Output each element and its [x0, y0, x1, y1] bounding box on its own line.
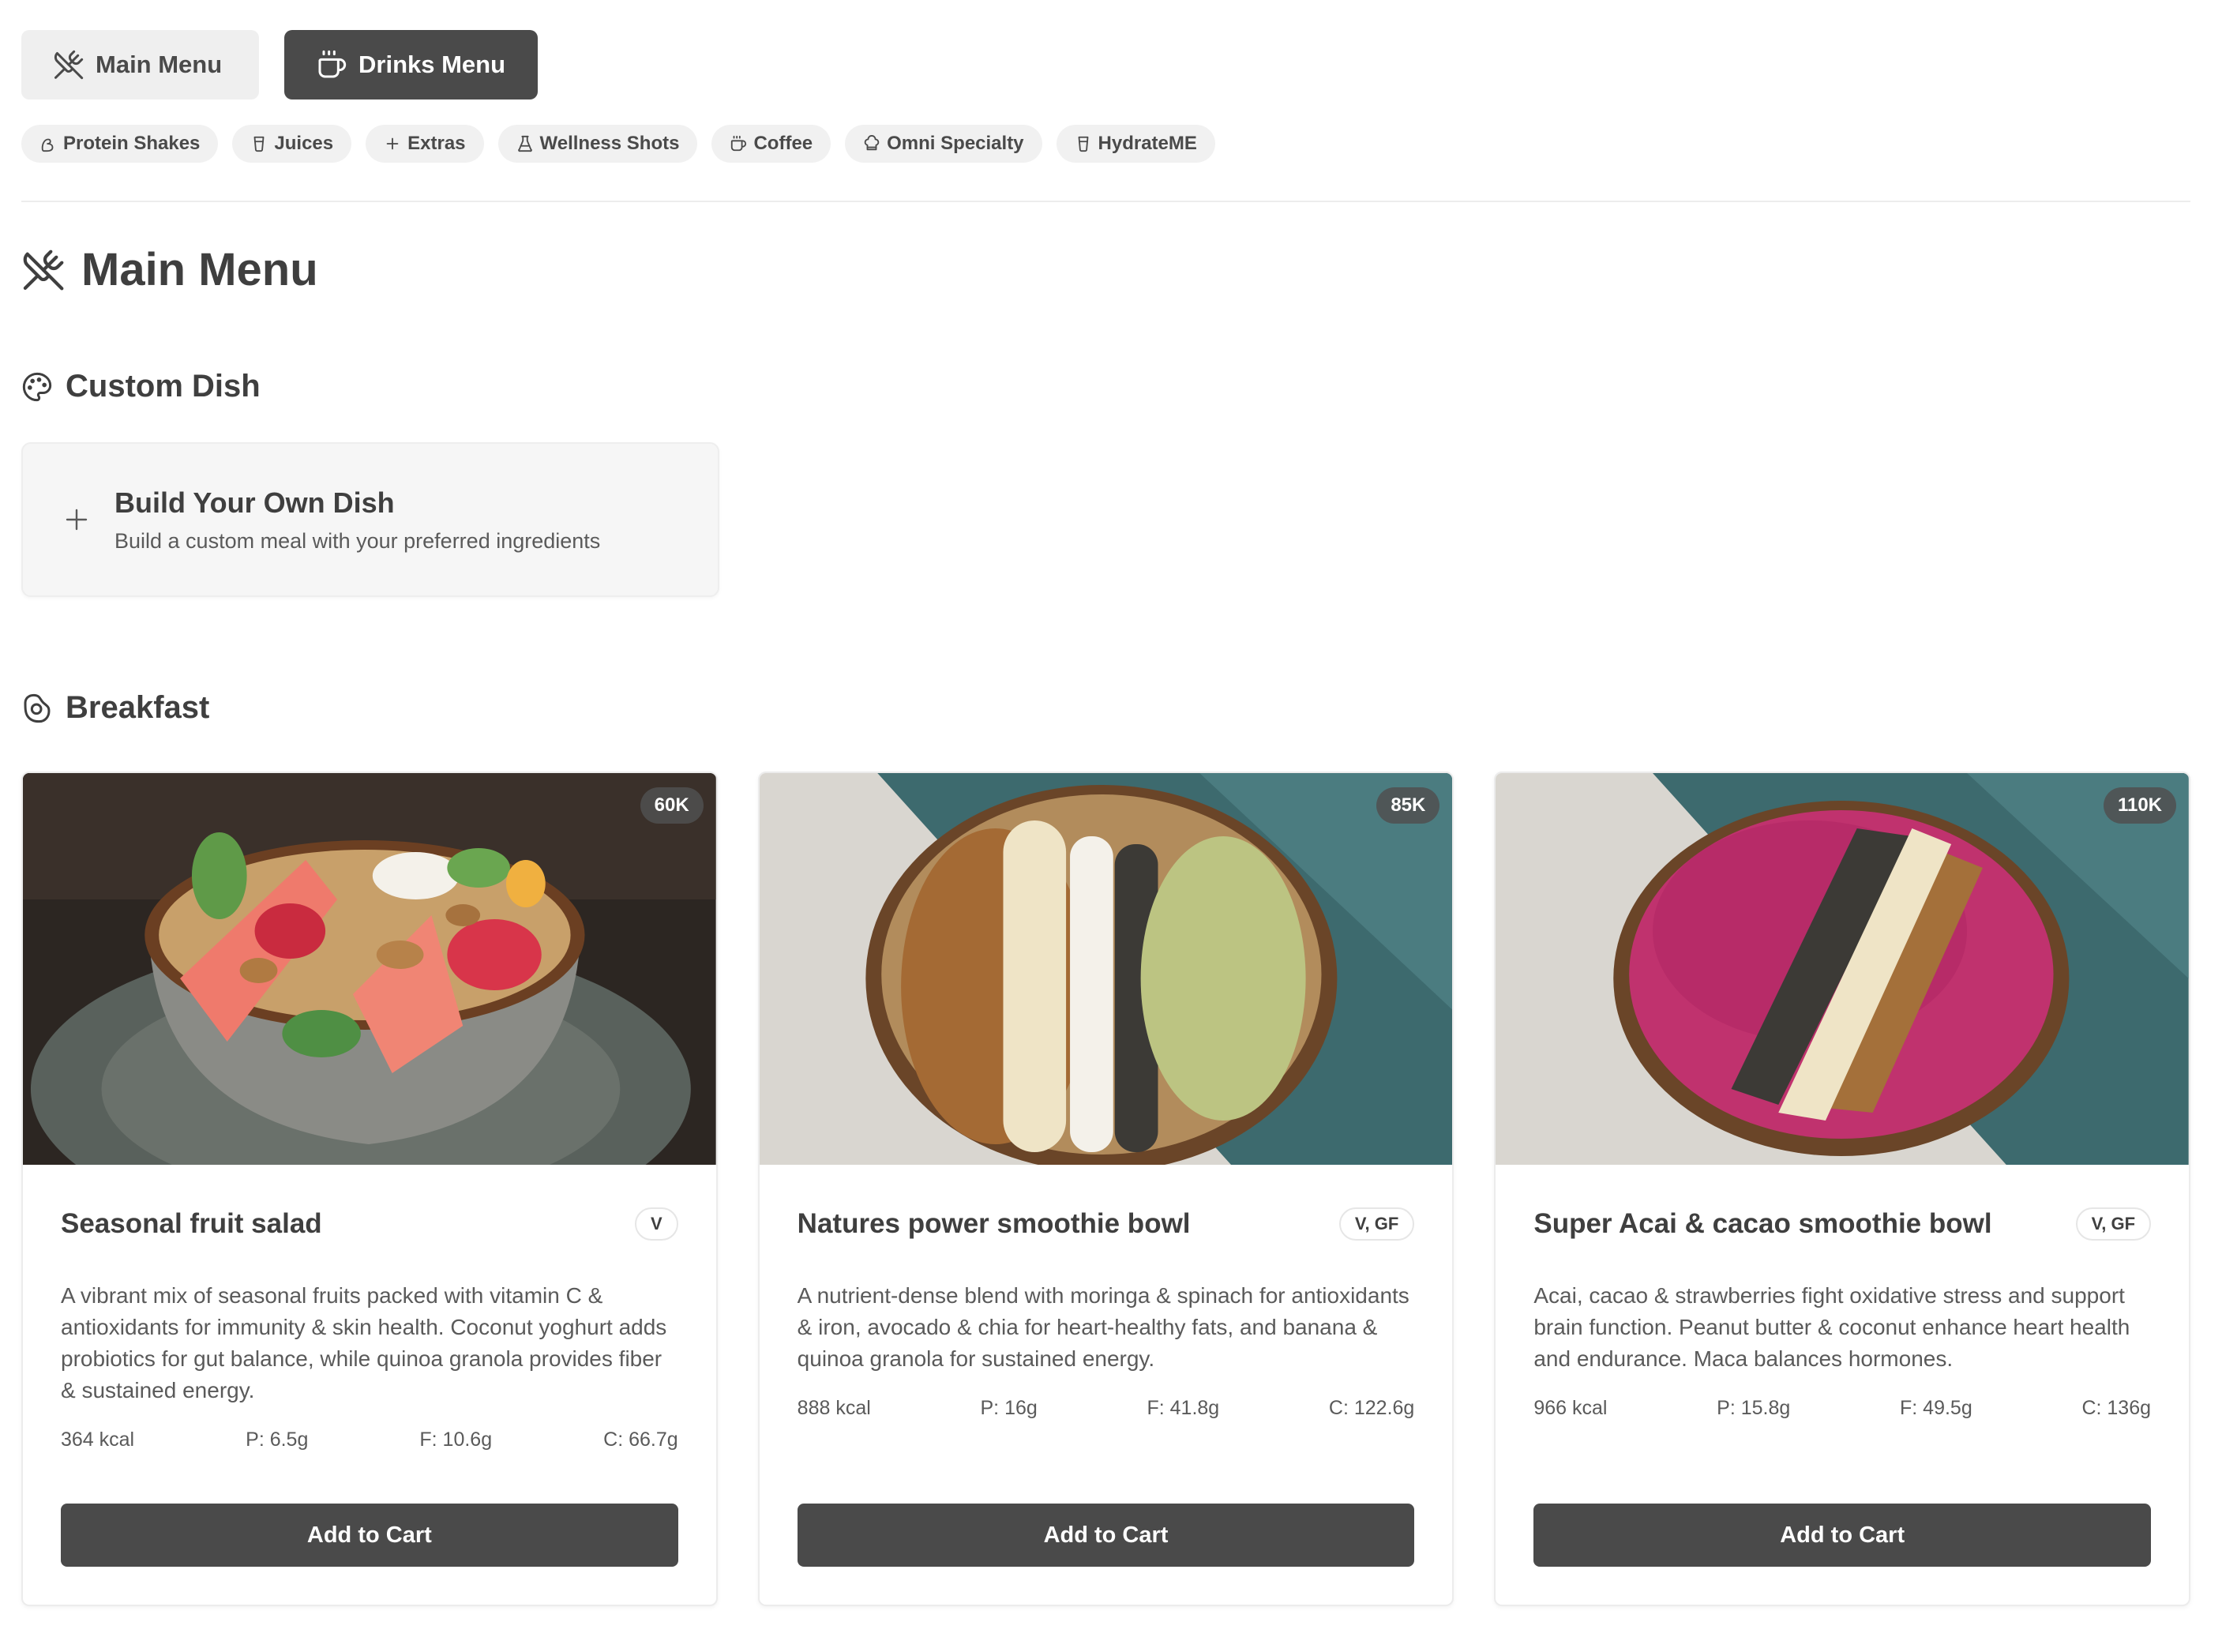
acai-bowl-image: 110K: [1496, 773, 2190, 1165]
macros-row: 888 kcal P: 16g F: 41.8g C: 122.6g: [798, 1397, 1415, 1420]
section-title-text: Custom Dish: [66, 369, 261, 404]
kcal: 888 kcal: [797, 1397, 871, 1419]
add-to-cart-button[interactable]: Add to Cart: [1533, 1504, 2152, 1567]
custom-card-title: Build Your Own Dish: [114, 486, 395, 519]
chip-protein-shakes[interactable]: Protein Shakes: [21, 125, 219, 163]
chip-hydrateme[interactable]: HydrateME: [1056, 125, 1215, 163]
smoothie-bowl-image: 85K: [759, 773, 1453, 1165]
palette-icon: [22, 372, 52, 401]
divider: [21, 201, 2190, 202]
tab-drinks-menu[interactable]: Drinks Menu: [284, 30, 538, 99]
macros-row: 966 kcal P: 15.8g F: 49.5g C: 136g: [1533, 1397, 2151, 1420]
section-custom-dish: Custom Dish: [21, 369, 2190, 404]
chip-label: Protein Shakes: [63, 133, 201, 154]
bicep-icon: [41, 138, 54, 152]
item-description: A nutrient-dense blend with moringa & sp…: [797, 1283, 1409, 1371]
section-breakfast: Breakfast: [21, 690, 2190, 726]
chip-label: Juices: [274, 133, 334, 154]
plus-icon: [66, 509, 88, 531]
chef-hat-icon: [864, 135, 880, 151]
page-title: Main Menu: [21, 243, 2190, 296]
protein: P: 15.8g: [1717, 1397, 1791, 1419]
chip-coffee[interactable]: Coffee: [711, 125, 831, 163]
card-header: Natures power smoothie bowl V, GF: [798, 1207, 1415, 1241]
fat: F: 41.8g: [1147, 1397, 1220, 1419]
tab-main-menu[interactable]: Main Menu: [21, 30, 259, 99]
section-title-text: Breakfast: [66, 690, 210, 725]
item-name: Natures power smoothie bowl: [797, 1208, 1191, 1239]
category-chips: Protein Shakes Juices Extras Wellness Sh…: [21, 125, 2190, 163]
menu-page: Main Menu Drinks Menu Protein Shakes Jui…: [21, 30, 2191, 1606]
menu-item-card: 85K Natures power smoothie bowl V, GF A …: [757, 772, 1454, 1606]
item-description: A vibrant mix of seasonal fruits packed …: [61, 1283, 667, 1402]
price-badge: 110K: [2103, 787, 2177, 824]
chip-juices[interactable]: Juices: [232, 125, 352, 163]
protein: P: 16g: [980, 1397, 1038, 1419]
utensils-crossed-icon: [54, 50, 84, 80]
flask-icon: [517, 135, 532, 152]
chip-label: Coffee: [753, 133, 813, 154]
chip-label: HydrateME: [1098, 133, 1197, 154]
plus-icon: [386, 137, 399, 150]
fruit-salad-image: 60K: [23, 773, 716, 1165]
card-body: Natures power smoothie bowl V, GF A nutr…: [760, 1165, 1453, 1420]
diet-badge: V, GF: [2075, 1207, 2152, 1241]
coffee-icon: [731, 135, 747, 152]
macros-row: 364 kcal P: 6.5g F: 10.6g C: 66.7g: [61, 1429, 678, 1451]
item-name: Super Acai & cacao smoothie bowl: [1533, 1208, 1992, 1239]
carbs: C: 136g: [2081, 1397, 2152, 1419]
utensils-crossed-icon: [23, 250, 64, 290]
card-body: Super Acai & cacao smoothie bowl V, GF A…: [1496, 1165, 2189, 1420]
cup-icon: [253, 136, 265, 152]
tab-main-menu-label: Main Menu: [96, 51, 223, 78]
chip-label: Omni Specialty: [887, 133, 1024, 154]
breakfast-cards: 60K Seasonal fruit salad V A vibrant mix…: [21, 772, 2191, 1606]
card-header: Super Acai & cacao smoothie bowl V, GF: [1533, 1207, 2152, 1241]
item-description: Acai, cacao & strawberries fight oxidati…: [1533, 1283, 2130, 1371]
fat: F: 49.5g: [1900, 1397, 1972, 1419]
add-to-cart-button[interactable]: Add to Cart: [61, 1504, 678, 1567]
custom-card-text: Build Your Own Dish Build a custom meal …: [114, 486, 600, 554]
build-your-own-dish-card[interactable]: Build Your Own Dish Build a custom meal …: [21, 442, 719, 597]
custom-card-description: Build a custom meal with your preferred …: [114, 528, 601, 553]
carbs: C: 122.6g: [1328, 1397, 1415, 1419]
chip-omni-specialty[interactable]: Omni Specialty: [845, 125, 1042, 163]
menu-item-card: 110K Super Acai & cacao smoothie bowl V,…: [1494, 772, 2191, 1606]
diet-badge: V: [634, 1207, 678, 1241]
menu-item-card: 60K Seasonal fruit salad V A vibrant mix…: [21, 772, 718, 1606]
chip-wellness-shots[interactable]: Wellness Shots: [497, 125, 698, 163]
price-badge: 85K: [1376, 787, 1440, 824]
protein: P: 6.5g: [246, 1429, 309, 1451]
diet-badge: V, GF: [1338, 1207, 1415, 1241]
chip-label: Wellness Shots: [539, 133, 680, 154]
price-badge: 60K: [640, 787, 704, 824]
menu-tabs: Main Menu Drinks Menu: [21, 30, 2190, 99]
item-name: Seasonal fruit salad: [61, 1208, 322, 1239]
card-header: Seasonal fruit salad V: [61, 1207, 678, 1241]
page-title-text: Main Menu: [81, 244, 318, 295]
kcal: 364 kcal: [61, 1429, 135, 1451]
tab-drinks-menu-label: Drinks Menu: [358, 51, 506, 78]
carbs: C: 66.7g: [603, 1429, 678, 1451]
coffee-cup-icon: [318, 50, 347, 78]
egg-fried-icon: [24, 693, 51, 723]
fat: F: 10.6g: [419, 1429, 493, 1451]
chip-extras[interactable]: Extras: [366, 125, 484, 163]
add-to-cart-button[interactable]: Add to Cart: [797, 1504, 1415, 1567]
cup-icon: [1078, 136, 1088, 152]
card-body: Seasonal fruit salad V A vibrant mix of …: [23, 1165, 716, 1451]
kcal: 966 kcal: [1533, 1397, 1608, 1419]
chip-label: Extras: [407, 133, 466, 154]
